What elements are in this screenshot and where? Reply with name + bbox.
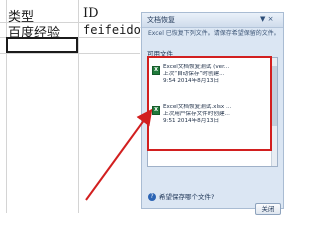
annotation-arrow (85, 108, 153, 201)
arrow-line (85, 108, 153, 201)
